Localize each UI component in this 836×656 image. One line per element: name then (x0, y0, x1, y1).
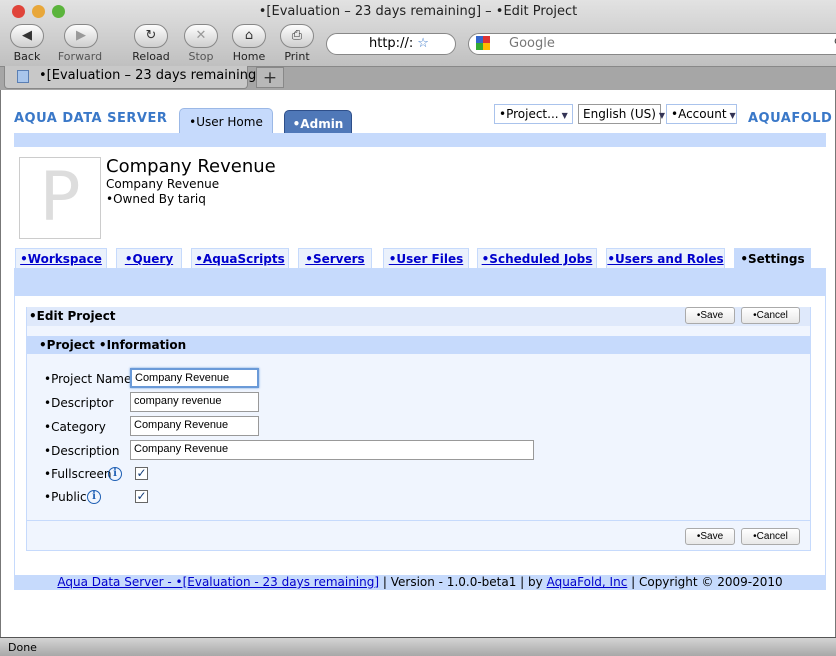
tab-query[interactable]: •Query (116, 248, 182, 269)
browser-tab[interactable]: •[Evaluation – 23 days remaining]... (4, 66, 274, 89)
home-label: Home (232, 50, 266, 63)
cancel-button-top[interactable]: •Cancel (741, 307, 800, 324)
project-name-label: •Project Name (44, 372, 132, 386)
project-avatar: P (19, 157, 101, 239)
reload-button[interactable]: ↻ (134, 24, 168, 48)
footer: Aqua Data Server - •[Evaluation - 23 day… (14, 575, 826, 590)
status-bar: Done (0, 637, 836, 656)
project-menu[interactable]: •Project... ▼ (494, 104, 573, 124)
project-title: Company Revenue (106, 156, 276, 177)
save-button-bottom[interactable]: •Save (685, 528, 735, 545)
new-tab-button[interactable]: + (256, 67, 284, 88)
forward-arrow-icon: ▶ (76, 28, 86, 43)
forward-button[interactable]: ▶ (64, 24, 98, 48)
tab-settings[interactable]: •Settings (734, 248, 811, 269)
project-menu-label: •Project... (499, 107, 559, 121)
public-label: •Public (44, 490, 87, 504)
footer-aquafold-link[interactable]: AquaFold, Inc (547, 575, 628, 589)
language-menu[interactable]: English (US) ▼ (578, 104, 665, 124)
footer-copyright: | Copyright © 2009-2010 (627, 575, 783, 589)
search-placeholder: Google (509, 36, 555, 51)
back-button[interactable]: ◀ (10, 24, 44, 48)
search-field[interactable]: Google⚲ (468, 33, 836, 55)
url-field[interactable]: http://: ☆ (326, 33, 456, 55)
tab-users-and-roles[interactable]: •Users and Roles (606, 248, 725, 269)
tab-aquascripts[interactable]: •AquaScripts (191, 248, 289, 269)
home-button[interactable]: ⌂ (232, 24, 266, 48)
tab-settings-label: •Settings (740, 252, 805, 266)
fullscreen-info-icon[interactable]: i (108, 467, 122, 481)
stop-button[interactable]: ✕ (184, 24, 218, 48)
tab-aquascripts-link[interactable]: •AquaScripts (195, 252, 284, 266)
tab-servers-link[interactable]: •Servers (305, 252, 364, 266)
tab-user-files-link[interactable]: •User Files (389, 252, 464, 266)
url-text: http://: (369, 36, 414, 51)
descriptor-label: •Descriptor (44, 396, 114, 410)
back-arrow-icon: ◀ (22, 28, 32, 43)
description-input[interactable]: Company Revenue (130, 440, 534, 460)
tab-content-bar (14, 268, 826, 296)
category-label: •Category (44, 420, 106, 434)
category-input[interactable]: Company Revenue (130, 416, 259, 436)
project-subtitle: Company Revenue (106, 177, 220, 191)
reload-label: Reload (132, 50, 170, 63)
tab-users-and-roles-link[interactable]: •Users and Roles (607, 252, 723, 266)
print-button[interactable]: ⎙ (280, 24, 314, 48)
stop-icon: ✕ (195, 28, 207, 43)
reload-icon: ↻ (145, 28, 157, 43)
save-button-top[interactable]: •Save (685, 307, 735, 324)
public-checkbox[interactable]: ✓ (135, 490, 148, 503)
home-icon: ⌂ (244, 28, 254, 43)
language-menu-label: English (US) (583, 107, 656, 121)
footer-version: | Version - 1.0.0-beta1 | by (379, 575, 547, 589)
chevron-down-icon: ▼ (658, 111, 666, 120)
fullscreen-label: •Fullscreen (44, 467, 112, 481)
printer-icon: ⎙ (291, 28, 303, 43)
tab-title: •[Evaluation – 23 days remaining]... (39, 68, 274, 83)
tab-user-files[interactable]: •User Files (383, 248, 469, 269)
page-icon (17, 70, 29, 83)
descriptor-input[interactable]: company revenue (130, 392, 259, 412)
tab-query-link[interactable]: •Query (125, 252, 173, 266)
window-title: •[Evaluation – 23 days remaining] – •Edi… (258, 4, 578, 19)
fullscreen-checkbox[interactable]: ✓ (135, 467, 148, 480)
project-owner: •Owned By tariq (106, 192, 206, 206)
description-label: •Description (44, 444, 120, 458)
footer-evaluation-link[interactable]: Aqua Data Server - •[Evaluation - 23 day… (57, 575, 379, 589)
divider (27, 520, 810, 521)
print-label: Print (284, 50, 310, 63)
tab-workspace[interactable]: •Workspace (15, 248, 107, 269)
forward-label: Forward (57, 50, 103, 63)
header-strip (14, 133, 826, 147)
status-text: Done (8, 641, 37, 654)
tab-scheduled-jobs-link[interactable]: •Scheduled Jobs (482, 252, 593, 266)
back-label: Back (13, 50, 41, 63)
chevron-down-icon: ▼ (729, 111, 736, 120)
public-info-icon[interactable]: i (87, 490, 101, 504)
tab-servers[interactable]: •Servers (298, 248, 372, 269)
account-menu[interactable]: •Account ▼ (666, 104, 737, 124)
account-menu-label: •Account (671, 107, 727, 121)
google-logo-icon[interactable] (476, 36, 490, 50)
bookmark-star-icon[interactable]: ☆ (417, 36, 429, 51)
stop-label: Stop (188, 50, 214, 63)
project-name-input[interactable]: Company Revenue (130, 368, 259, 388)
tab-workspace-link[interactable]: •Workspace (20, 252, 102, 266)
aqua-data-server-logo[interactable]: AQUA DATA SERVER (14, 111, 167, 126)
project-information-section: •Project •Information (27, 336, 810, 354)
aquafold-logo[interactable]: AQUAFOLD (748, 111, 832, 126)
tab-scheduled-jobs[interactable]: •Scheduled Jobs (477, 248, 597, 269)
tab-user-home[interactable]: •User Home (179, 108, 273, 134)
cancel-button-bottom[interactable]: •Cancel (741, 528, 800, 545)
tab-admin[interactable]: •Admin (284, 110, 352, 134)
chevron-down-icon: ▼ (561, 111, 568, 120)
